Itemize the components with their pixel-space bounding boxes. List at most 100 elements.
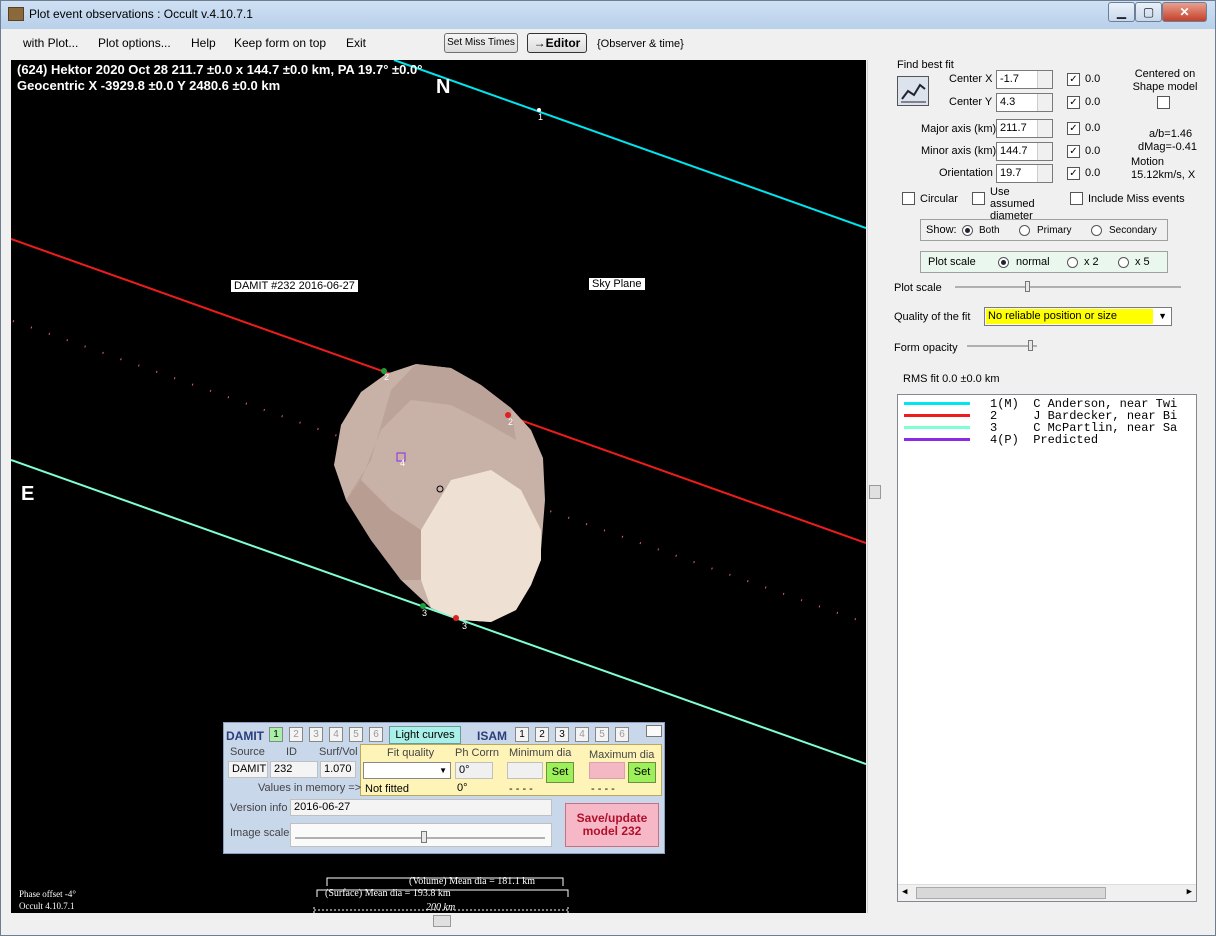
- minimize-button[interactable]: ▁: [1108, 2, 1135, 22]
- image-scale-slider[interactable]: [290, 823, 552, 847]
- save-update-button[interactable]: Save/update model 232: [565, 803, 659, 847]
- show-primary-label: Primary: [1037, 225, 1072, 236]
- center-y-input[interactable]: 4.3: [996, 93, 1053, 112]
- legend-hscrollbar[interactable]: ◀ ▶: [898, 884, 1196, 901]
- orientation-label: Orientation: [939, 167, 993, 179]
- scale-normal-radio[interactable]: [998, 257, 1009, 268]
- orientation-checkbox[interactable]: ✓: [1067, 167, 1080, 180]
- panel-toggle-checkbox[interactable]: [646, 725, 662, 737]
- menu-help[interactable]: Help: [191, 36, 216, 50]
- circular-label: Circular: [920, 193, 958, 205]
- vertical-scrollbar[interactable]: [867, 60, 883, 913]
- show-primary-radio[interactable]: [1019, 225, 1030, 236]
- chart-icon: [901, 83, 926, 103]
- show-secondary-label: Secondary: [1109, 225, 1157, 236]
- center-y-label: Center Y: [949, 96, 993, 108]
- min-mem-value: - - - -: [509, 783, 533, 795]
- major-axis-input[interactable]: 211.7: [996, 119, 1053, 138]
- major-axis-value: 0.0: [1085, 122, 1101, 134]
- editor-button[interactable]: →Editor: [527, 33, 587, 53]
- isam-btn-6[interactable]: 6: [615, 727, 629, 742]
- horizontal-scrollbar[interactable]: [11, 914, 866, 930]
- circular-checkbox[interactable]: [902, 192, 915, 205]
- scale-x2-label: x 2: [1084, 256, 1099, 268]
- quality-label: Quality of the fit: [894, 311, 971, 323]
- version-label: Occult 4.10.7.1: [19, 901, 75, 911]
- max-mem-value: - - - -: [591, 783, 615, 795]
- fit-quality-dropdown[interactable]: ▼: [363, 762, 451, 779]
- north-label: N: [436, 76, 451, 98]
- menu-with-plot[interactable]: with Plot...: [23, 36, 78, 50]
- quality-value: No reliable position or size: [986, 309, 1153, 324]
- scale-normal-label: normal: [1016, 256, 1050, 268]
- quality-dropdown[interactable]: No reliable position or size ▼: [984, 307, 1172, 326]
- show-both-label: Both: [979, 225, 1000, 236]
- scroll-left-icon[interactable]: ◀: [902, 887, 907, 897]
- set-miss-times-button[interactable]: Set Miss Times: [444, 33, 518, 53]
- plot-scale-slider-label: Plot scale: [894, 282, 942, 294]
- center-x-value: 0.0: [1085, 73, 1101, 85]
- find-best-fit-button[interactable]: [897, 76, 929, 106]
- minor-axis-checkbox[interactable]: ✓: [1067, 145, 1080, 158]
- major-axis-checkbox[interactable]: ✓: [1067, 122, 1080, 135]
- plot-scale-slider[interactable]: [955, 280, 1181, 296]
- damit-btn-1[interactable]: 1: [269, 727, 283, 742]
- legend-swatch-1: [904, 402, 970, 405]
- orientation-value: 0.0: [1085, 167, 1101, 179]
- center-x-label: Center X: [949, 73, 993, 85]
- isam-title: ISAM: [477, 729, 507, 743]
- fit-status: Not fitted: [365, 783, 410, 795]
- motion-label: Motion: [1131, 156, 1165, 168]
- max-dia-field: [589, 762, 625, 779]
- observer-time-label: {Observer & time}: [597, 38, 684, 50]
- isam-btn-1[interactable]: 1: [515, 727, 529, 742]
- damit-label: DAMIT #232 2016-06-27: [231, 280, 358, 292]
- id-field: 232: [270, 761, 318, 778]
- scale-x5-radio[interactable]: [1118, 257, 1129, 268]
- ph-mem-value: 0°: [457, 782, 468, 794]
- set-max-button[interactable]: Set: [628, 762, 656, 783]
- light-curves-button[interactable]: Light curves: [389, 726, 461, 744]
- isam-btn-4[interactable]: 4: [575, 727, 589, 742]
- isam-btn-5[interactable]: 5: [595, 727, 609, 742]
- scroll-right-icon[interactable]: ▶: [1187, 887, 1192, 897]
- use-assumed-checkbox[interactable]: [972, 192, 985, 205]
- menu-exit[interactable]: Exit: [346, 36, 366, 50]
- chevron-down-icon: ▼: [439, 766, 447, 775]
- damit-btn-5[interactable]: 5: [349, 727, 363, 742]
- orientation-input[interactable]: 19.7: [996, 164, 1053, 183]
- show-group: Show: Both Primary Secondary: [920, 219, 1168, 241]
- chevron-down-icon: ▼: [1158, 311, 1167, 321]
- ph-corrn-label: Ph Corrn: [455, 747, 500, 759]
- show-secondary-radio[interactable]: [1091, 225, 1102, 236]
- form-opacity-slider[interactable]: [967, 339, 1037, 355]
- show-both-radio[interactable]: [962, 225, 973, 236]
- isam-btn-3[interactable]: 3: [555, 727, 569, 742]
- fit-quality-label: Fit quality: [387, 747, 435, 759]
- maximize-button[interactable]: ▢: [1135, 2, 1162, 22]
- center-y-checkbox[interactable]: ✓: [1067, 96, 1080, 109]
- damit-btn-6[interactable]: 6: [369, 727, 383, 742]
- chord-label-3a: 3: [422, 608, 428, 618]
- scale-x2-radio[interactable]: [1067, 257, 1078, 268]
- damit-title: DAMIT: [226, 729, 264, 743]
- chord-label-3b: 3: [462, 621, 468, 631]
- damit-btn-4[interactable]: 4: [329, 727, 343, 742]
- rms-fit-label: RMS fit 0.0 ±0.0 km: [903, 373, 1000, 385]
- center-x-input[interactable]: -1.7: [996, 70, 1053, 89]
- menu-keep-on-top[interactable]: Keep form on top: [234, 36, 326, 50]
- plot-area[interactable]: (624) Hektor 2020 Oct 28 211.7 ±0.0 x 14…: [11, 60, 866, 913]
- show-label: Show:: [926, 224, 957, 236]
- set-min-button[interactable]: Set: [546, 762, 574, 783]
- minor-axis-input[interactable]: 144.7: [996, 142, 1053, 161]
- centered-on-checkbox[interactable]: [1157, 96, 1170, 109]
- include-miss-checkbox[interactable]: [1070, 192, 1083, 205]
- isam-btn-2[interactable]: 2: [535, 727, 549, 742]
- damit-btn-3[interactable]: 3: [309, 727, 323, 742]
- menu-plot-options[interactable]: Plot options...: [98, 36, 171, 50]
- scale-x5-label: x 5: [1135, 256, 1150, 268]
- chord-1-line: [393, 60, 866, 229]
- close-button[interactable]: ✕: [1162, 2, 1207, 22]
- center-x-checkbox[interactable]: ✓: [1067, 73, 1080, 86]
- damit-btn-2[interactable]: 2: [289, 727, 303, 742]
